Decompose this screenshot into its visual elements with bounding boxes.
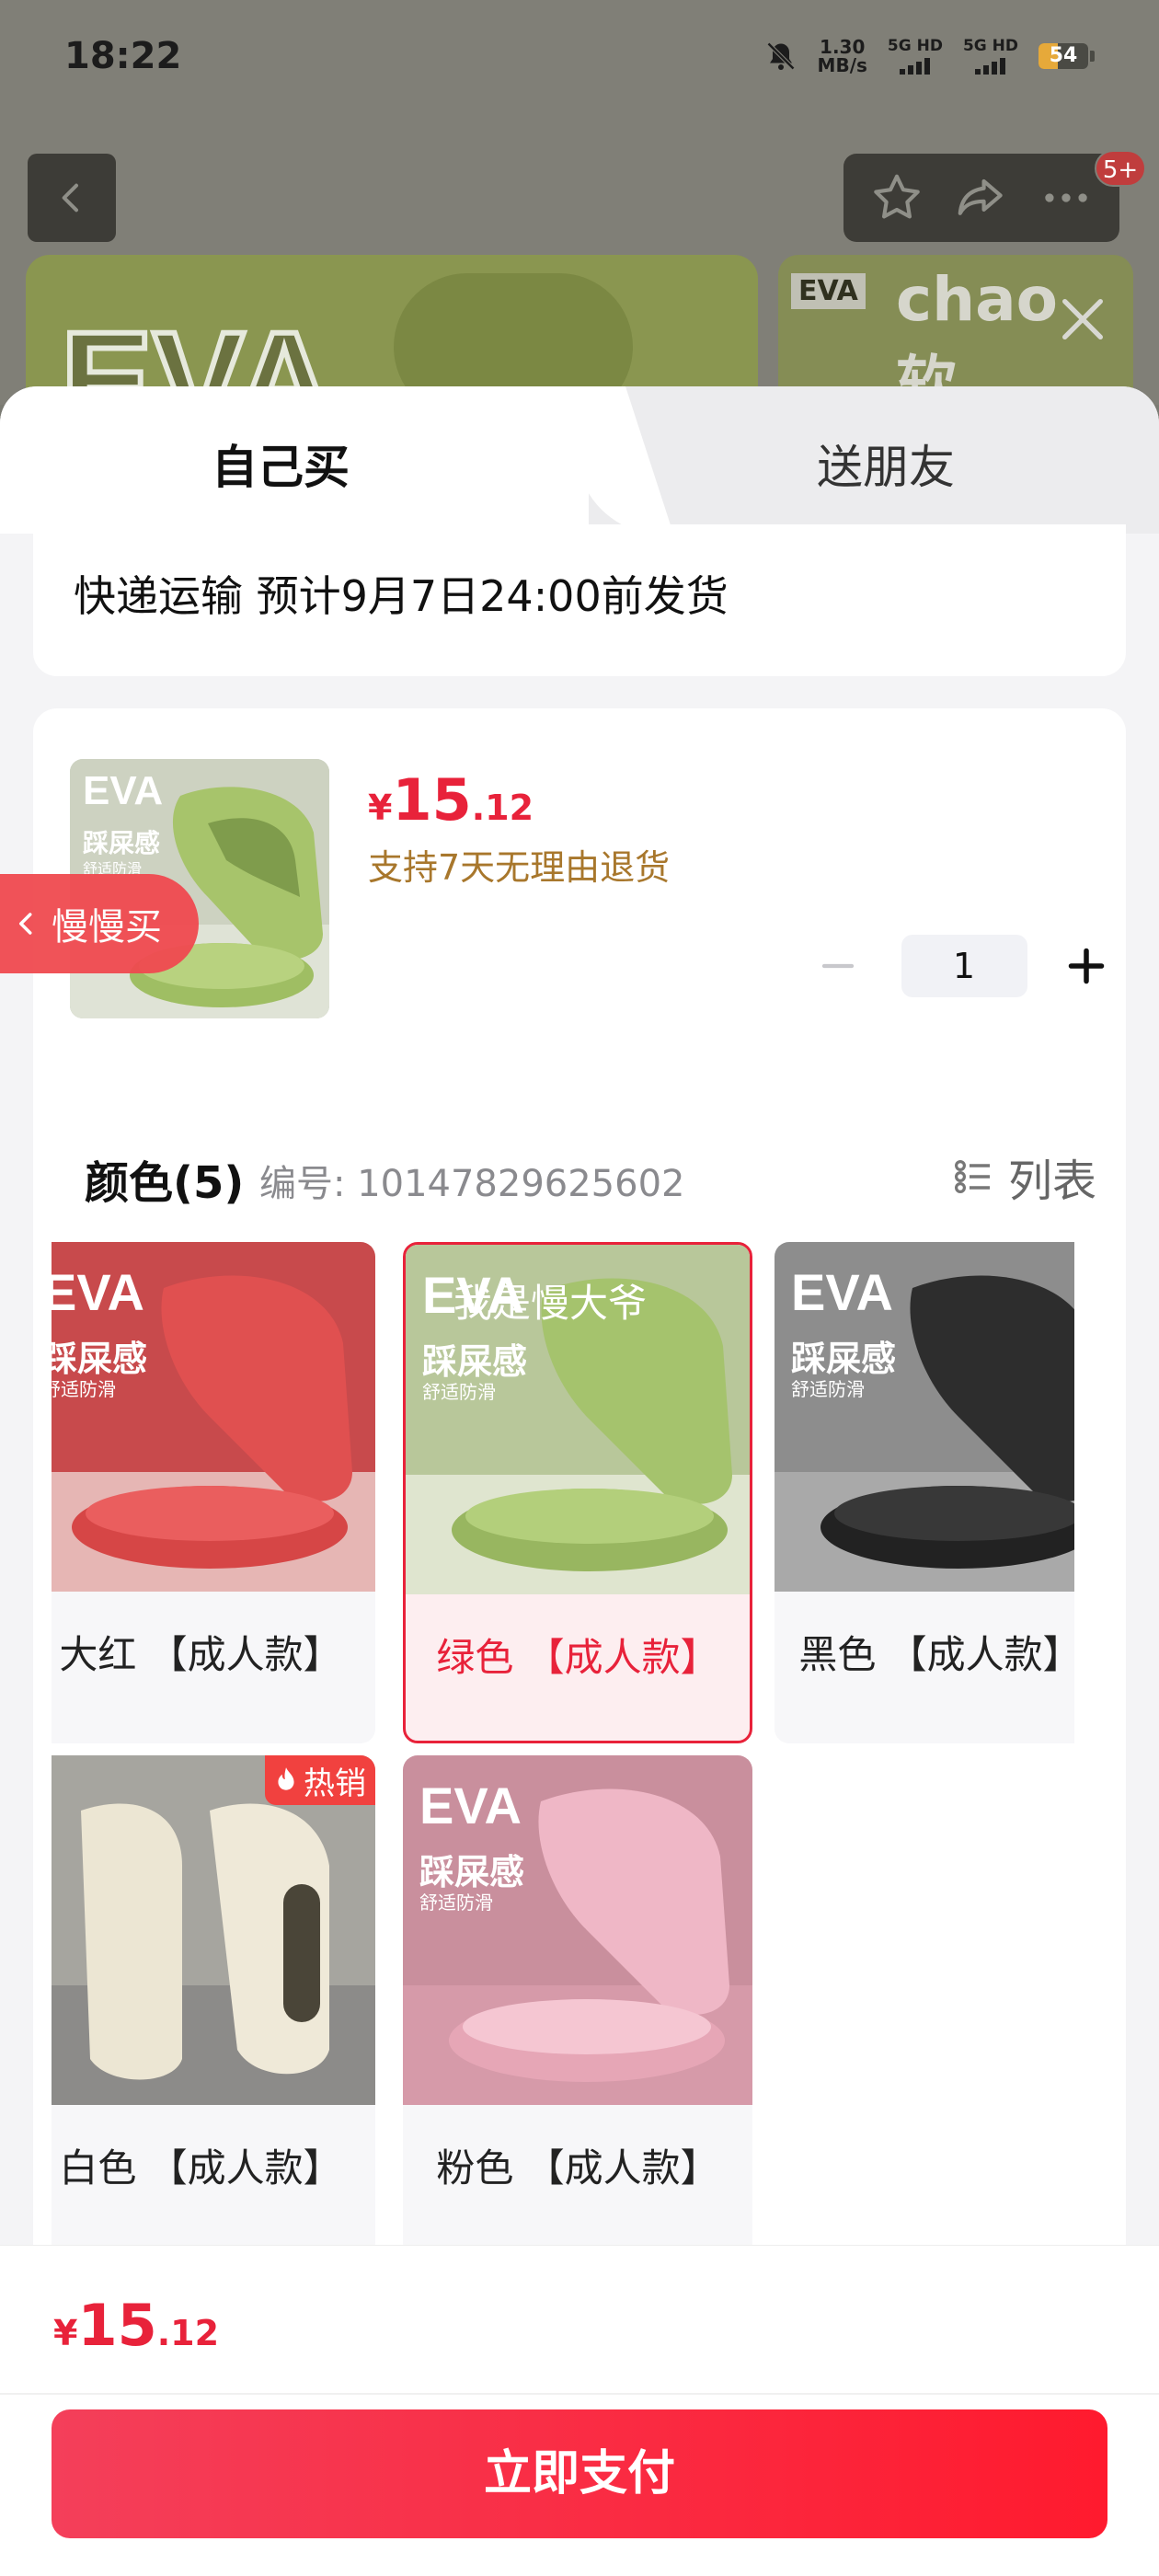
color-option-red[interactable]: EVA 踩屎感 舒适防滑 大红 【成人款】 [52, 1242, 375, 1743]
color-label: 白色 【成人款】 [59, 2145, 342, 2191]
color-section-header: 颜色(5) 编号: 10147829625602 列表 [85, 1141, 1096, 1209]
color-title: 颜色(5) [85, 1157, 245, 1209]
signal-1: 5G HD [888, 37, 943, 75]
tab-gift-friend[interactable]: 送朋友 [817, 431, 955, 497]
total-price-decimal: .12 [156, 2313, 220, 2353]
tile-logo: EVA [419, 1777, 522, 1834]
checkout-footer: ¥15.12 立即支付 [0, 2245, 1159, 2576]
tile-sub: 踩屎感 [419, 1852, 525, 1892]
decrease-button[interactable] [806, 934, 870, 998]
mute-bell-icon [766, 41, 795, 70]
list-icon [954, 1159, 990, 1194]
slow-buy-tab[interactable]: 慢慢买 [0, 874, 199, 973]
total-price-integer: 15 [77, 2292, 157, 2359]
slow-buy-label: 慢慢买 [52, 906, 162, 949]
sku-number: 编号: 10147829625602 [259, 1163, 685, 1205]
signal-bars-icon [975, 58, 1006, 75]
background-page: 18:22 1.30 MB/s 5G HD 5G HD 54 5+ EVA EV… [0, 0, 1159, 439]
cart-badge: 5+ [1095, 150, 1146, 187]
tab-buy-self-label[interactable]: 自己买 [212, 431, 350, 497]
quantity-input[interactable]: 1 [901, 935, 1027, 997]
hot-badge: 热销 [265, 1755, 375, 1805]
tile-logo: EVA [52, 1263, 144, 1321]
tile-sub: 踩屎感 [52, 1339, 148, 1379]
status-icons: 1.30 MB/s 5G HD 5G HD 54 [764, 37, 1095, 75]
tile-sub2: 舒适防滑 [52, 1378, 116, 1400]
color-image-white [52, 1755, 375, 2105]
signal-2-label: 5G HD [962, 37, 1018, 55]
plus-icon [1069, 948, 1105, 984]
back-button[interactable] [28, 154, 116, 242]
product-price: ¥15.12 [368, 766, 534, 834]
tile-sub2: 舒适防滑 [419, 1892, 493, 1914]
chevron-left-icon [19, 913, 32, 935]
net-speed-unit: MB/s [817, 53, 867, 76]
color-option-black[interactable]: EVA 踩屎感 舒适防滑 黑色 【成人款】 [775, 1242, 1074, 1743]
top-actions [843, 154, 1119, 242]
pay-now-button[interactable]: 立即支付 [52, 2409, 1107, 2538]
color-option-green[interactable]: EVA 踩屎感 舒适防滑 我是慢大爷 绿色 【成人款】 [403, 1242, 752, 1743]
tile-sub: 踩屎感 [791, 1339, 897, 1379]
color-label: 绿色 【成人款】 [436, 1635, 719, 1680]
thumb-sub: 踩屎感 [83, 828, 161, 858]
color-label: 大红 【成人款】 [59, 1632, 342, 1677]
tile-sub2: 舒适防滑 [791, 1378, 865, 1400]
list-label: 列表 [1007, 1156, 1096, 1207]
battery-icon: 54 [1039, 42, 1095, 69]
total-price-symbol: ¥ [53, 2313, 78, 2353]
return-policy: 支持7天无理由退货 [368, 847, 671, 888]
signal-bars-icon [900, 58, 931, 75]
watermark-text: 我是慢大爷 [453, 1281, 648, 1326]
flame-icon [278, 1767, 294, 1790]
shipping-card: 快递运输 预计9月7日24:00前发货 [33, 524, 1126, 676]
price-integer: 15 [392, 766, 472, 834]
net-speed-value: 1.30 [820, 35, 866, 58]
chevron-left-icon [62, 183, 78, 213]
price-symbol: ¥ [368, 788, 393, 828]
buy-tabs: 自己买 送朋友 [0, 386, 1159, 534]
thumb-logo: EVA [83, 768, 164, 813]
close-icon[interactable] [1056, 293, 1109, 346]
total-price: ¥15.12 [53, 2292, 219, 2359]
battery-level: 54 [1049, 43, 1078, 67]
signal-1-label: 5G HD [887, 37, 943, 55]
tile-sub: 踩屎感 [422, 1341, 528, 1382]
status-bar: 18:22 1.30 MB/s 5G HD 5G HD 54 [0, 0, 1159, 120]
footer-divider [0, 2393, 1159, 2395]
thumb-tag: EVA [791, 273, 866, 309]
clock: 18:22 [64, 35, 182, 77]
shipping-estimate: 快递运输 预计9月7日24:00前发货 [74, 571, 729, 621]
color-label: 黑色 【成人款】 [798, 1632, 1074, 1677]
color-grid: EVA 踩屎感 舒适防滑 大红 【成人款】 EVA 踩屎感 舒适防滑 我是慢大爷… [52, 1242, 1074, 2254]
color-label: 粉色 【成人款】 [436, 2145, 719, 2191]
tile-sub2: 舒适防滑 [422, 1381, 496, 1403]
minus-icon [821, 963, 854, 969]
share-icon[interactable] [953, 169, 1010, 226]
list-view-toggle[interactable]: 列表 [951, 1144, 1096, 1209]
color-option-pink[interactable]: EVA 踩屎感 舒适防滑 粉色 【成人款】 [403, 1755, 752, 2254]
quantity-stepper: 1 [806, 934, 1119, 998]
net-speed: 1.30 MB/s [818, 38, 867, 75]
hot-label: 热销 [304, 1765, 366, 1802]
star-icon[interactable] [868, 169, 925, 226]
color-option-white[interactable]: 热销 白色 【成人款】 [52, 1755, 375, 2254]
tile-logo: EVA [791, 1263, 893, 1321]
increase-button[interactable] [1055, 934, 1119, 998]
price-decimal: .12 [471, 788, 534, 828]
more-icon[interactable] [1038, 169, 1095, 226]
signal-2: 5G HD [963, 37, 1018, 75]
